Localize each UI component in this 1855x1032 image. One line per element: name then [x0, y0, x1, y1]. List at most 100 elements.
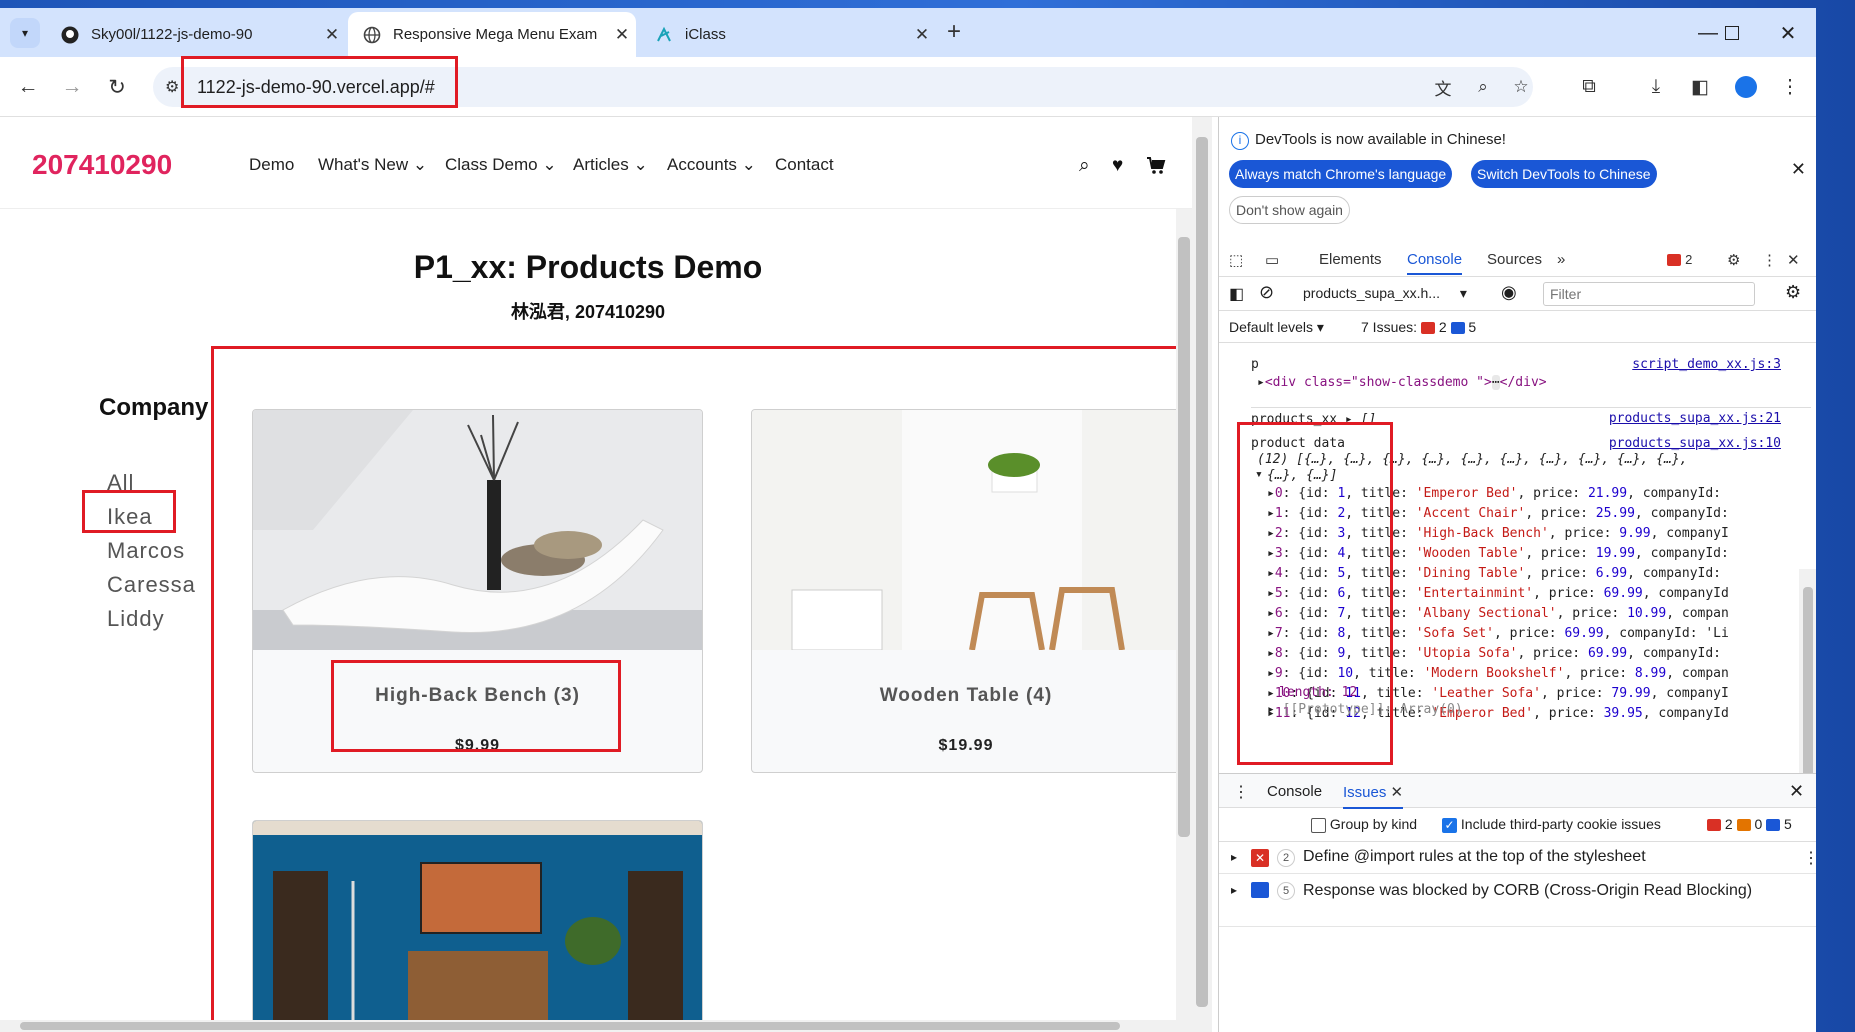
group-by-kind-checkbox[interactable]: Group by kind: [1311, 816, 1417, 833]
context-selector[interactable]: products_supa_xx.h... ▾: [1303, 285, 1467, 302]
warning-icon: [1736, 819, 1751, 832]
row-price: 9.99: [1619, 526, 1651, 541]
drawer-tab-console[interactable]: Console: [1267, 783, 1322, 800]
device-toolbar-icon[interactable]: ▭: [1265, 251, 1279, 269]
github-icon: [60, 25, 79, 44]
reload-button[interactable]: ↻: [103, 73, 131, 101]
tab-iclass[interactable]: iClass ✕: [640, 12, 936, 57]
close-tab-icon[interactable]: ✕: [608, 25, 636, 45]
tab-console[interactable]: Console: [1407, 251, 1463, 275]
row-title: 'Sofa Set': [1415, 626, 1495, 641]
page-scrollbar[interactable]: [1176, 209, 1192, 1032]
checkbox-checked[interactable]: ✓: [1442, 817, 1457, 833]
source-link[interactable]: script_demo_xx.js:3: [1632, 357, 1781, 372]
issue-row[interactable]: ▸ 5 Response was blocked by CORB (Cross-…: [1219, 875, 1816, 927]
side-panel-icon[interactable]: ◧: [1686, 73, 1714, 101]
close-window-button[interactable]: ✕: [1768, 18, 1808, 48]
zoom-icon[interactable]: ⌕: [1471, 75, 1495, 99]
company-liddy[interactable]: Liddy: [107, 606, 165, 632]
issue-menu-icon[interactable]: ⋮: [1803, 848, 1816, 868]
extensions-icon[interactable]: ⧉: [1575, 73, 1603, 101]
inspect-icon[interactable]: ⬚: [1229, 251, 1243, 269]
menu-class-demo[interactable]: Class Demo ⌄: [445, 155, 557, 175]
scrollbar-thumb[interactable]: [1803, 587, 1813, 773]
close-notice-icon[interactable]: ✕: [1791, 159, 1806, 180]
menu-contact[interactable]: Contact: [775, 155, 834, 175]
expand-triangle-icon: ▸: [1231, 883, 1238, 897]
tab-github[interactable]: Sky00l/1122-js-demo-90 ✕: [46, 12, 346, 57]
chevron-down-icon: ⌄: [633, 155, 648, 174]
close-tab-icon[interactable]: ✕: [908, 25, 936, 45]
console-data-highlight-box: [1237, 422, 1393, 765]
drawer-menu-icon[interactable]: ⋮: [1233, 782, 1249, 802]
source-link[interactable]: products_supa_xx.js:10: [1609, 436, 1781, 451]
cart-icon[interactable]: [1146, 155, 1166, 181]
menu-demo[interactable]: Demo: [249, 155, 294, 175]
switch-chinese-button[interactable]: Switch DevTools to Chinese: [1471, 160, 1657, 188]
viewport-scrollbar[interactable]: [1192, 117, 1212, 1032]
scrollbar-thumb[interactable]: [20, 1022, 1120, 1030]
menu-articles[interactable]: Articles ⌄: [573, 155, 648, 175]
console-scrollbar[interactable]: [1799, 569, 1816, 773]
error-count-badge[interactable]: 2: [1667, 251, 1692, 268]
forward-button[interactable]: →: [58, 73, 86, 101]
tab-sources[interactable]: Sources: [1487, 251, 1542, 268]
site-brand[interactable]: 207410290: [32, 149, 172, 181]
filter-input[interactable]: [1543, 282, 1755, 306]
row-tail: companyI: [1666, 526, 1729, 541]
chrome-menu-icon[interactable]: ⋮: [1776, 73, 1804, 101]
message-icon: [1251, 882, 1269, 898]
close-devtools-icon[interactable]: ✕: [1787, 251, 1800, 269]
scrollbar-thumb[interactable]: [1178, 237, 1190, 837]
more-tabs-icon[interactable]: »: [1557, 251, 1565, 268]
tab-elements[interactable]: Elements: [1319, 251, 1382, 268]
row-price: 69.99: [1603, 586, 1643, 601]
chevron-down-icon: ⌄: [542, 155, 557, 174]
close-tab-icon[interactable]: ✕: [318, 25, 346, 45]
page-horizontal-scrollbar[interactable]: [0, 1020, 1176, 1032]
log-levels-dropdown[interactable]: Default levels ▾: [1229, 319, 1324, 336]
maximize-button[interactable]: [1712, 18, 1752, 48]
company-caressa[interactable]: Caressa: [107, 572, 196, 598]
company-marcos[interactable]: Marcos: [107, 538, 185, 564]
site-info-icon[interactable]: ⚙: [165, 77, 179, 97]
issue-row[interactable]: ▸ ✕ 2 Define @import rules at the top of…: [1219, 842, 1816, 874]
product-card[interactable]: Wooden Table (4) $19.99: [751, 409, 1181, 773]
error-count: 2: [1685, 252, 1693, 267]
match-language-button[interactable]: Always match Chrome's language: [1229, 160, 1453, 188]
profile-avatar[interactable]: [1732, 73, 1760, 101]
translate-icon[interactable]: 文: [1431, 75, 1455, 99]
settings-gear-icon[interactable]: ⚙: [1727, 251, 1740, 269]
search-icon[interactable]: ⌕: [1079, 155, 1090, 177]
checkbox[interactable]: [1311, 817, 1326, 833]
drawer-tab-issues[interactable]: Issues ✕: [1343, 783, 1404, 809]
row-price: 21.99: [1587, 486, 1628, 501]
third-party-checkbox[interactable]: ✓ Include third-party cookie issues: [1442, 816, 1661, 833]
tab-mega-menu[interactable]: Responsive Mega Menu Exam ✕: [348, 12, 636, 57]
chevron-down-icon: ▾: [21, 26, 29, 40]
scrollbar-thumb[interactable]: [1196, 137, 1208, 1007]
devtools-menu-icon[interactable]: ⋮: [1762, 251, 1777, 269]
menu-whats-new[interactable]: What's New ⌄: [318, 155, 427, 175]
menu-accounts[interactable]: Accounts ⌄: [667, 155, 756, 175]
row-price: 6.99: [1595, 566, 1628, 581]
tab-search-button[interactable]: ▾: [10, 18, 40, 48]
download-icon[interactable]: ⤓: [1642, 73, 1670, 101]
eye-icon[interactable]: ◉: [1501, 282, 1517, 303]
log-div-element[interactable]: ▸<div class="show-classdemo ">⋯</div>: [1257, 375, 1547, 391]
new-tab-button[interactable]: +: [947, 20, 961, 44]
close-drawer-icon[interactable]: ✕: [1789, 781, 1804, 802]
console-settings-icon[interactable]: ⚙: [1785, 282, 1801, 303]
sidebar-toggle-icon[interactable]: ◧: [1229, 284, 1244, 304]
row-tail: compan: [1681, 666, 1729, 681]
source-link[interactable]: products_supa_xx.js:21: [1609, 411, 1781, 426]
product-card[interactable]: [252, 820, 703, 1032]
bookmark-star-icon[interactable]: ☆: [1509, 75, 1533, 99]
clear-console-icon[interactable]: ⊘: [1259, 282, 1274, 303]
close-tab-icon[interactable]: ✕: [1391, 784, 1404, 801]
heart-icon[interactable]: ♥: [1112, 155, 1123, 177]
back-button[interactable]: ←: [14, 73, 42, 101]
dont-show-again-button[interactable]: Don't show again: [1229, 196, 1350, 224]
issues-counter[interactable]: 7 Issues: 2 5: [1361, 319, 1476, 335]
chevron-down-icon: ⌄: [741, 155, 756, 174]
